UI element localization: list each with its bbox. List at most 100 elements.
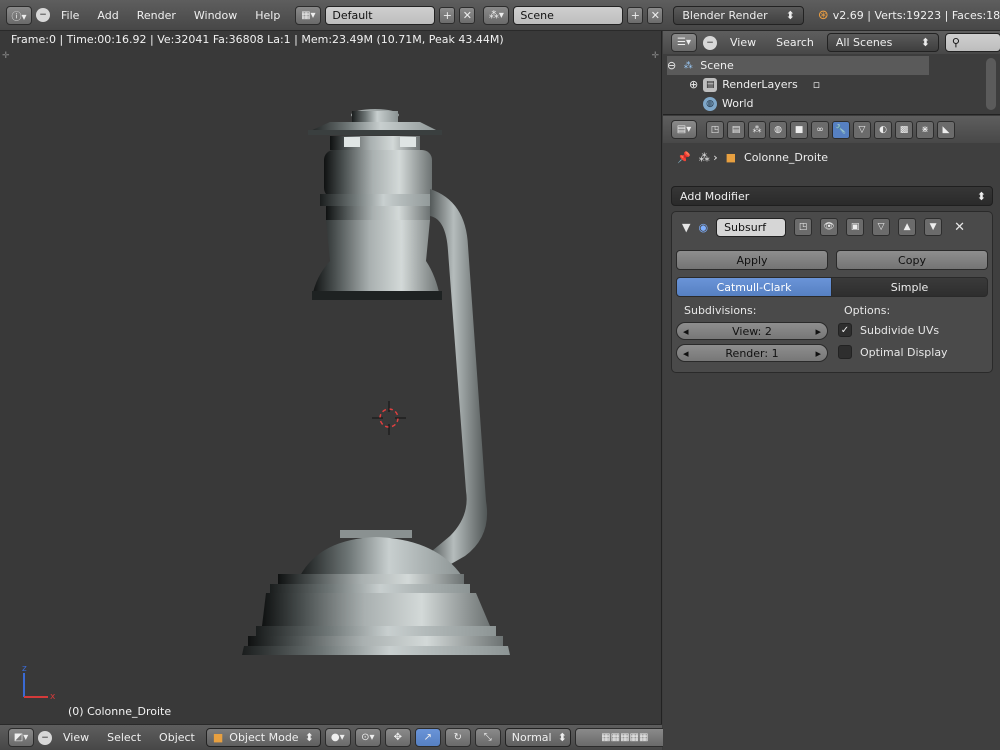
add-modifier-select[interactable]: Add Modifier ⬍ bbox=[671, 186, 993, 206]
texture-tab-icon[interactable]: ▩ bbox=[895, 120, 913, 139]
outliner: ⊖ ⁂ Scene ⊕ ▤ RenderLayers ▫ ◍ World bbox=[663, 54, 1000, 115]
subsurf-modifier-panel: ▼ ◉ Subsurf ◳ 👁 ▣ ▽ ▲ ▼ ✕ Apply Copy Cat… bbox=[671, 211, 993, 373]
breadcrumb: 📌 ⁂ › ■ Colonne_Droite bbox=[677, 151, 828, 164]
object-data-icon: ⁂ › bbox=[698, 151, 718, 164]
optimal-display-label: Optimal Display bbox=[860, 345, 948, 359]
transform-orientation-select[interactable]: Normal ⬍ bbox=[504, 728, 571, 747]
pivot-point-icon[interactable]: ⊙▾ bbox=[354, 728, 381, 747]
axis-z-label: z bbox=[22, 664, 27, 674]
modifier-name-field[interactable]: Subsurf bbox=[716, 217, 787, 237]
view-levels-field[interactable]: ◂ View: 2 ▸ bbox=[676, 322, 828, 340]
add-scene-icon[interactable]: + bbox=[627, 6, 644, 24]
increment-icon[interactable]: ▸ bbox=[815, 325, 821, 338]
translate-manipulator-icon[interactable]: ↗ bbox=[414, 728, 441, 747]
tree-item-scene[interactable]: ⊖ ⁂ Scene bbox=[667, 56, 929, 75]
menu-help[interactable]: Help bbox=[248, 9, 287, 22]
collapse-menu-icon[interactable]: − bbox=[36, 8, 50, 22]
remove-scene-icon[interactable]: ✕ bbox=[647, 6, 664, 24]
axis-x-label: x bbox=[50, 692, 56, 702]
render-engine-select[interactable]: Blender Render ⬍ bbox=[673, 5, 804, 25]
apply-button[interactable]: Apply bbox=[676, 250, 828, 270]
world-tab-icon[interactable]: ◍ bbox=[769, 120, 787, 139]
render-levels-field[interactable]: ◂ Render: 1 ▸ bbox=[676, 344, 828, 362]
move-down-icon[interactable]: ▼ bbox=[924, 218, 943, 236]
outliner-scrollbar[interactable] bbox=[986, 58, 996, 110]
tree-item-renderlayers[interactable]: ⊕ ▤ RenderLayers ▫ bbox=[689, 75, 820, 94]
add-layout-icon[interactable]: + bbox=[439, 6, 456, 24]
viewport-shading-icon[interactable]: ●▾ bbox=[324, 728, 351, 747]
particles-tab-icon[interactable]: ⋇ bbox=[916, 120, 934, 139]
data-tab-icon[interactable]: ▽ bbox=[853, 120, 871, 139]
decrement-icon[interactable]: ◂ bbox=[683, 347, 689, 360]
collapse-triangle-icon[interactable]: ▼ bbox=[682, 221, 690, 234]
orientation-label: Normal bbox=[511, 731, 552, 744]
expand-icon[interactable]: ⊕ bbox=[689, 78, 698, 91]
screen-layout-field[interactable]: Default bbox=[325, 5, 436, 25]
layers-icon[interactable]: ▦▦▦▦▦ bbox=[574, 728, 675, 747]
lantern-model[interactable] bbox=[0, 31, 662, 724]
object-icon: ■ bbox=[725, 151, 737, 164]
modifier-header: ▼ ◉ Subsurf ◳ 👁 ▣ ▽ ▲ ▼ ✕ bbox=[672, 212, 992, 242]
3d-cursor-icon[interactable] bbox=[369, 398, 409, 438]
scene-tab-icon[interactable]: ⁂ bbox=[748, 120, 766, 139]
display-toggle-icon[interactable]: 👁 bbox=[820, 218, 839, 236]
scene-field[interactable]: Scene bbox=[513, 5, 624, 25]
outliner-menu-search[interactable]: Search bbox=[769, 36, 821, 49]
expand-icon[interactable]: ⊖ bbox=[667, 59, 676, 72]
render-toggle-icon[interactable]: ◳ bbox=[794, 218, 813, 236]
simple-toggle[interactable]: Simple bbox=[831, 277, 988, 297]
scale-manipulator-icon[interactable]: ⤡ bbox=[474, 728, 501, 747]
copy-button[interactable]: Copy bbox=[836, 250, 988, 270]
render-engine-label: Blender Render bbox=[682, 8, 768, 22]
outliner-menu-view[interactable]: View bbox=[723, 36, 763, 49]
render-layer-extra-icon: ▫ bbox=[812, 78, 821, 91]
screen-layout-icon[interactable]: ▦▾ bbox=[295, 5, 322, 25]
top-info-bar: ⓘ▾ − File Add Render Window Help ▦▾ Defa… bbox=[0, 0, 1000, 31]
renderlayers-icon: ▤ bbox=[703, 77, 718, 92]
close-icon[interactable]: ✕ bbox=[954, 220, 965, 235]
chevron-updown-icon: ⬍ bbox=[557, 731, 567, 744]
tree-item-world[interactable]: ◍ World bbox=[703, 94, 754, 113]
render-tab-icon[interactable]: ◳ bbox=[706, 120, 724, 139]
menu-render[interactable]: Render bbox=[130, 9, 183, 22]
physics-tab-icon[interactable]: ◣ bbox=[937, 120, 955, 139]
editor-type-info-icon[interactable]: ⓘ▾ bbox=[6, 5, 32, 25]
editor-type-outliner-icon[interactable]: ☰▾ bbox=[671, 33, 697, 52]
material-tab-icon[interactable]: ◐ bbox=[874, 120, 892, 139]
rotate-manipulator-icon[interactable]: ↻ bbox=[444, 728, 471, 747]
scene-icon[interactable]: ⁂▾ bbox=[483, 5, 510, 25]
modifiers-tab-icon[interactable]: 🔧 bbox=[832, 120, 850, 139]
editmode-toggle-icon[interactable]: ▣ bbox=[846, 218, 865, 236]
increment-icon[interactable]: ▸ bbox=[815, 347, 821, 360]
object-tab-icon[interactable]: ■ bbox=[790, 120, 808, 139]
editor-type-3d-icon[interactable]: ◩▾ bbox=[8, 728, 34, 747]
cage-toggle-icon[interactable]: ▽ bbox=[872, 218, 891, 236]
subdivide-uvs-checkbox[interactable]: ✓ Subdivide UVs bbox=[838, 323, 939, 337]
collapse-menu-icon[interactable]: − bbox=[703, 35, 717, 50]
pin-icon[interactable]: 📌 bbox=[677, 151, 691, 164]
manipulator-toggle-icon[interactable]: ✥ bbox=[384, 728, 411, 747]
constraints-tab-icon[interactable]: ∞ bbox=[811, 120, 829, 139]
menu-window[interactable]: Window bbox=[187, 9, 244, 22]
collapse-menu-icon[interactable]: − bbox=[38, 730, 52, 745]
checkmark-icon[interactable]: ✓ bbox=[838, 323, 852, 337]
move-up-icon[interactable]: ▲ bbox=[898, 218, 917, 236]
active-object-label: (0) Colonne_Droite bbox=[68, 705, 172, 718]
mode-select[interactable]: ■ Object Mode ⬍ bbox=[205, 728, 321, 747]
editor-type-properties-icon[interactable]: ▤▾ bbox=[671, 120, 697, 139]
remove-layout-icon[interactable]: ✕ bbox=[459, 6, 476, 24]
options-label: Options: bbox=[844, 304, 891, 317]
menu-view[interactable]: View bbox=[56, 731, 96, 744]
3d-viewport[interactable]: Frame:0 | Time:00:16.92 | Ve:32041 Fa:36… bbox=[0, 31, 662, 724]
menu-file[interactable]: File bbox=[54, 9, 86, 22]
empty-checkbox-icon[interactable] bbox=[838, 345, 852, 359]
menu-object[interactable]: Object bbox=[152, 731, 202, 744]
menu-select[interactable]: Select bbox=[100, 731, 148, 744]
decrement-icon[interactable]: ◂ bbox=[683, 325, 689, 338]
catmull-clark-toggle[interactable]: Catmull-Clark bbox=[676, 277, 832, 297]
renderlayers-tab-icon[interactable]: ▤ bbox=[727, 120, 745, 139]
outliner-filter-select[interactable]: All Scenes ⬍ bbox=[826, 33, 939, 52]
menu-add[interactable]: Add bbox=[90, 9, 125, 22]
optimal-display-checkbox[interactable]: Optimal Display bbox=[838, 345, 948, 359]
outliner-search-input[interactable]: ⚲ bbox=[944, 33, 1000, 52]
